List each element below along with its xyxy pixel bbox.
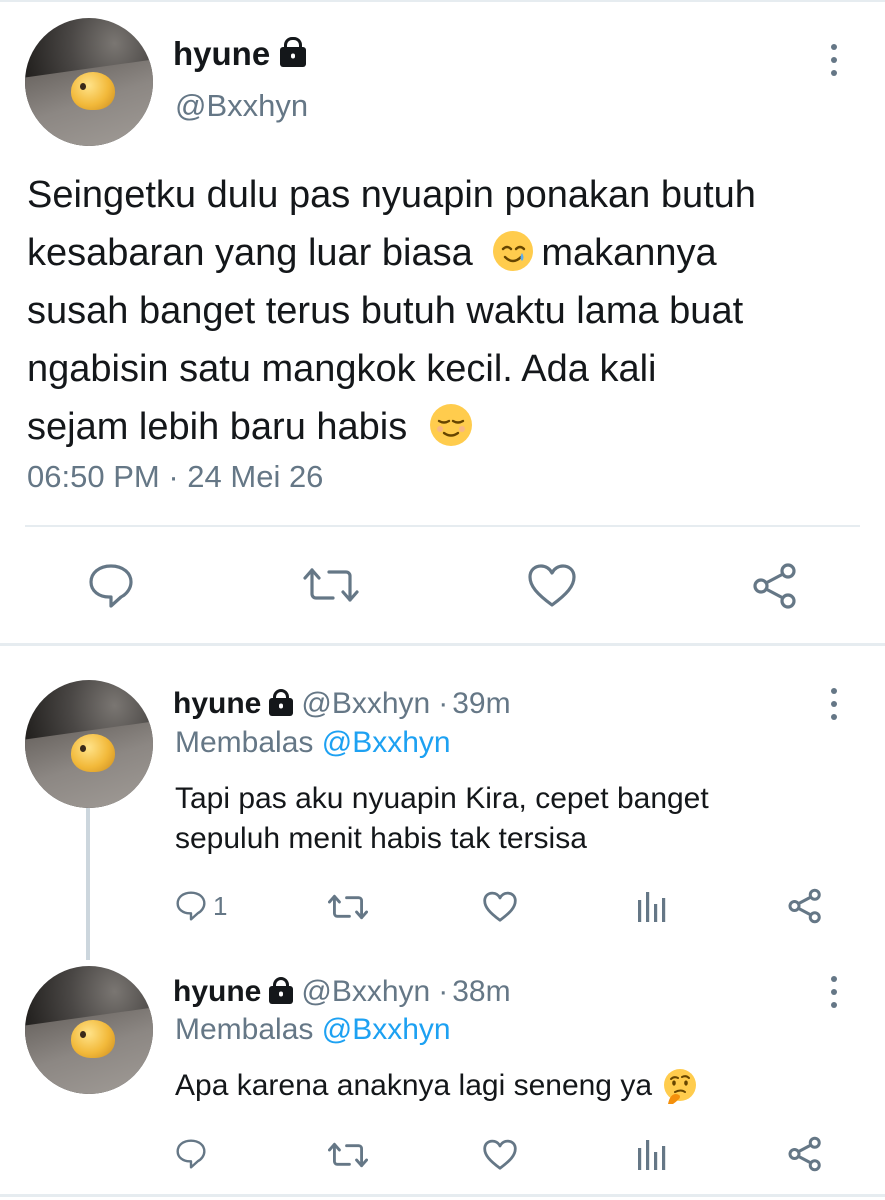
reply-1-separator: · [438, 687, 449, 720]
tweet-divider [25, 525, 860, 527]
author-avatar[interactable] [25, 18, 153, 146]
reply-2-avatar[interactable] [25, 966, 153, 1094]
section-separator [0, 643, 885, 646]
lock-icon: .lk1::before{} [280, 47, 307, 67]
reply-2-author-name: hyune [173, 975, 262, 1008]
reply-2-handle: @Bxxhyn [301, 975, 431, 1008]
top-border [0, 0, 885, 2]
relieved-face-emoji [428, 402, 474, 448]
reply-1-line-1: Tapi pas aku nyuapin Kira, cepet banget [175, 782, 709, 815]
reply-1-reply-count: 1 [213, 890, 228, 921]
reply-1-reply-button[interactable]: 1 [175, 890, 227, 922]
tweet-line-5: ngabisin satu mangkok kecil. Ada kali [27, 348, 657, 390]
share-icon[interactable] [787, 888, 823, 924]
lock-icon [269, 698, 294, 716]
like-icon[interactable] [482, 891, 518, 923]
reply-1-author-name: hyune [173, 687, 262, 720]
tweet-timestamp: 06:50 PM · 24 Mei 26 [27, 459, 323, 495]
like-icon[interactable] [482, 1139, 518, 1171]
author-handle[interactable]: @Bxxhyn [175, 88, 308, 124]
reply-2-text: Apa karena anaknya lagi seneng ya [175, 1066, 698, 1106]
reply-1-handle: @Bxxhyn [301, 687, 431, 720]
thinking-face-emoji [662, 1068, 698, 1104]
thread-line [86, 808, 90, 960]
tweet-date: 24 Mei 26 [187, 459, 324, 494]
reply-1-text: Tapi pas aku nyuapin Kira, cepet banget … [175, 779, 709, 859]
like-icon[interactable] [527, 563, 577, 609]
reply-1-time: 39m [452, 687, 511, 720]
retweet-icon[interactable] [303, 564, 359, 606]
bottom-border [0, 1194, 885, 1197]
reply-2-separator: · [438, 975, 449, 1008]
reply-1-header[interactable]: hyune @Bxxhyn · 39m [173, 684, 511, 724]
tweet-line-1: Seingetku dulu pas nyuapin ponakan butuh [27, 174, 756, 216]
reply-2-line-1: Apa karena anaknya lagi seneng ya [175, 1069, 653, 1102]
share-icon[interactable] [751, 562, 799, 610]
tweet-line-4: susah banget terus butuh waktu lama buat [27, 290, 744, 332]
reply-1-avatar[interactable] [25, 680, 153, 808]
share-icon[interactable] [787, 1136, 823, 1172]
replying-prefix: Membalas [175, 1013, 314, 1046]
replying-to-link[interactable]: @Bxxhyn [322, 726, 451, 759]
retweet-icon[interactable] [328, 1140, 368, 1170]
replying-prefix: Membalas [175, 726, 314, 759]
reply-2-time: 38m [452, 975, 511, 1008]
reply-2-header[interactable]: hyune @Bxxhyn · 38m [173, 972, 511, 1012]
time-separator: · [168, 459, 179, 494]
tweet-line-6: sejam lebih baru habis [27, 398, 756, 456]
author-name: hyune [173, 35, 271, 72]
retweet-icon[interactable] [328, 892, 368, 922]
analytics-icon[interactable] [636, 890, 668, 924]
reply-icon[interactable] [87, 563, 135, 609]
reply-1-line-2: sepuluh menit habis tak tersisa [175, 822, 587, 855]
reply-icon[interactable] [175, 1138, 207, 1170]
tweet-time: 06:50 PM [27, 459, 160, 494]
tweet-line-2: kesabaran yang luar biasa makannya [27, 224, 756, 282]
reply-2-more-vert-icon[interactable] [829, 976, 839, 1008]
tweet-text: Seingetku dulu pas nyuapin ponakan butuh… [27, 166, 756, 456]
reply-2-replying-to: Membalas @Bxxhyn [175, 1013, 451, 1047]
reply-1-replying-to: Membalas @Bxxhyn [175, 726, 451, 760]
replying-to-link[interactable]: @Bxxhyn [322, 1013, 451, 1046]
lock-icon [269, 986, 294, 1004]
reply-1-more-vert-icon[interactable] [829, 688, 839, 720]
author-name-row[interactable]: hyune .lk1::before{} [173, 32, 307, 76]
analytics-icon[interactable] [636, 1138, 668, 1172]
smiling-tear-emoji [491, 229, 535, 273]
reply-icon [175, 890, 207, 922]
more-vert-icon[interactable] [829, 44, 839, 76]
